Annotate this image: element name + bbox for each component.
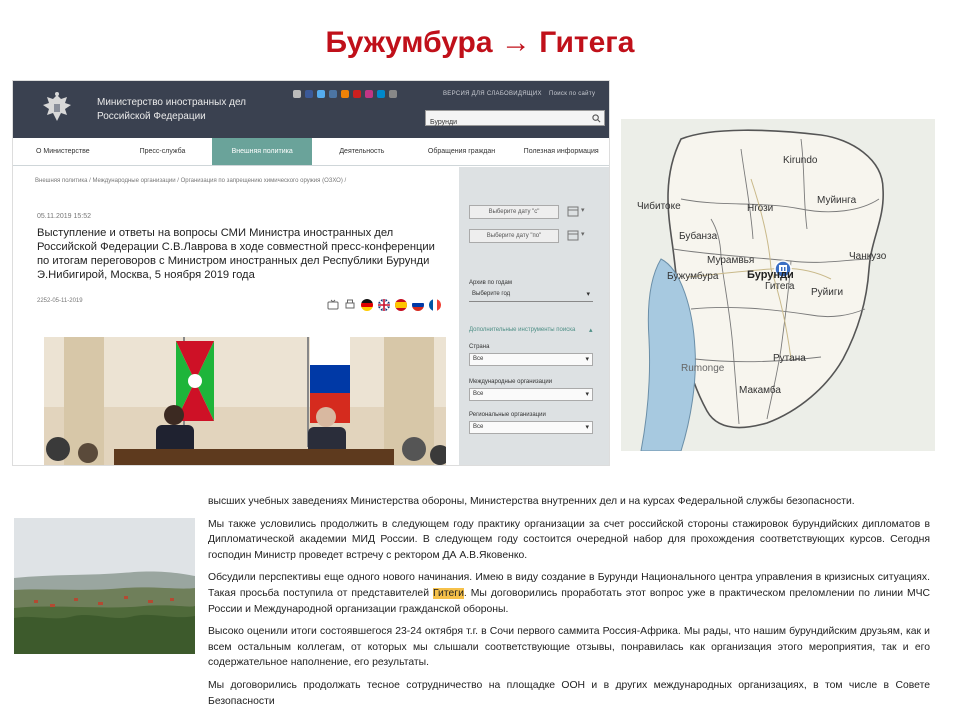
map-label-rutana: Рутана: [773, 353, 806, 364]
map-label-cankuzo: Чанкузо: [849, 251, 887, 262]
breadcrumb[interactable]: Внешняя политика / Международные организ…: [35, 178, 346, 184]
calendar-icon[interactable]: [567, 229, 579, 241]
site-header: Министерство иностранных дел Российской …: [13, 81, 609, 138]
nav-item-about[interactable]: О Министерстве: [13, 138, 113, 165]
accessibility-link[interactable]: ВЕРСИЯ ДЛЯ СЛАБОВИДЯЩИХ: [443, 91, 542, 97]
map-label-muramvya: Мурамвья: [707, 255, 755, 266]
date-from-input[interactable]: Выберите дату "с": [469, 205, 559, 219]
article-date: 05.11.2019 15:52: [37, 213, 91, 220]
chevron-down-icon: ▾: [585, 356, 589, 363]
tv-icon[interactable]: [327, 299, 339, 311]
map-label-burundi: Бурунди: [747, 269, 794, 281]
regional-org-select[interactable]: Все ▾: [469, 421, 593, 434]
nav-item-activity[interactable]: Деятельность: [312, 138, 412, 165]
regional-org-label: Региональные организации: [469, 412, 546, 418]
nav-item-foreign-policy[interactable]: Внешняя политика: [212, 138, 313, 165]
map-label-ruyigi: Руйиги: [811, 287, 844, 298]
flag-ru-icon[interactable]: [412, 299, 424, 311]
instagram-icon[interactable]: [365, 90, 373, 98]
rss-icon[interactable]: [389, 90, 397, 98]
excerpt-paragraph: Обсудили перспективы еще одного нового н…: [208, 572, 931, 615]
slide-title: Бужумбура → Гитега: [325, 26, 635, 59]
flag-fr-icon[interactable]: [429, 299, 441, 311]
map-label-ngozi: Нгози: [747, 203, 774, 214]
archive-label: Архив по годам: [469, 280, 512, 286]
country-select[interactable]: Все ▾: [469, 353, 593, 366]
map-label-rumonge: Rumonge: [681, 363, 725, 374]
chevron-down-icon: ▾: [585, 424, 589, 431]
ministry-name[interactable]: Министерство иностранных дел Российской …: [97, 96, 287, 124]
twitter-icon[interactable]: [317, 90, 325, 98]
chevron-down-icon[interactable]: ▾: [581, 230, 585, 238]
coat-of-arms-icon[interactable]: [37, 89, 77, 129]
map-label-bubanza: Бубанза: [679, 231, 718, 242]
archive-select[interactable]: Выберите год ▾: [469, 289, 593, 302]
article-tools: [327, 299, 441, 311]
main-nav: О Министерстве Пресс-служба Внешняя поли…: [13, 138, 609, 166]
search-link[interactable]: Поиск по сайту: [549, 91, 595, 97]
chevron-down-icon: ▾: [586, 291, 590, 298]
chevron-up-icon[interactable]: ▴: [589, 326, 593, 334]
intl-org-label: Международные организации: [469, 379, 553, 385]
nav-item-press[interactable]: Пресс-служба: [113, 138, 213, 165]
article-title: Выступление и ответы на вопросы СМИ Мини…: [37, 227, 435, 281]
social-icon[interactable]: [293, 90, 301, 98]
map-label-kirundo: Kirundo: [783, 155, 818, 166]
excerpt-paragraph: высших учебных заведениях Министерства о…: [208, 496, 855, 507]
excerpt-paragraph: Высоко оценили итоги состоявшегося 23-24…: [208, 626, 930, 669]
extra-search-tools[interactable]: Дополнительные инструменты поиска: [469, 327, 575, 333]
filter-sidebar: Выберите дату "с" ▾ Выберите дату "по" ▾…: [459, 167, 609, 465]
flag-de-icon[interactable]: [361, 299, 373, 311]
facebook-icon[interactable]: [305, 90, 313, 98]
map-label-gitega: Гитега: [765, 281, 795, 292]
excerpt-paragraph: Мы договорились продолжать тесное сотруд…: [208, 679, 930, 707]
chevron-down-icon[interactable]: ▾: [581, 206, 585, 214]
burundi-map: Kirundo Чибитоке Нгози Муйинга Бубанза М…: [621, 119, 935, 451]
telegram-icon[interactable]: [377, 90, 385, 98]
excerpt-paragraph: Мы также условились продолжить в следующ…: [208, 518, 930, 561]
social-icons: [293, 90, 397, 100]
search-input[interactable]: [426, 115, 604, 130]
youtube-icon[interactable]: [353, 90, 361, 98]
vk-icon[interactable]: [329, 90, 337, 98]
intl-org-select[interactable]: Все ▾: [469, 388, 593, 401]
print-icon[interactable]: [344, 299, 356, 311]
ok-icon[interactable]: [341, 90, 349, 98]
article-id: 2252-05-11-2019: [37, 298, 83, 304]
press-conference-photo: [44, 337, 446, 465]
date-to-input[interactable]: Выберите дату "по": [469, 229, 559, 243]
search-icon[interactable]: [592, 114, 601, 123]
mid-website-screenshot: Министерство иностранных дел Российской …: [12, 80, 610, 466]
nav-item-useful-info[interactable]: Полезная информация: [511, 138, 609, 165]
highlighted-word: Гитеги: [433, 587, 464, 599]
flag-uk-icon[interactable]: [378, 299, 390, 311]
country-label: Страна: [469, 344, 490, 350]
map-label-makamba: Макамба: [739, 385, 781, 396]
nav-item-appeals[interactable]: Обращения граждан: [412, 138, 512, 165]
gitega-landscape-photo: [14, 518, 195, 654]
map-label-bujumbura: Бужумбура: [667, 271, 719, 282]
map-label-chibitoke: Чибитоке: [637, 201, 681, 212]
site-search: [425, 110, 605, 130]
transcript-excerpt: высших учебных заведениях Министерства о…: [196, 488, 942, 720]
chevron-down-icon: ▾: [585, 391, 589, 398]
flag-es-icon[interactable]: [395, 299, 407, 311]
calendar-icon[interactable]: [567, 205, 579, 217]
map-label-muyinga: Муйинга: [817, 195, 857, 206]
